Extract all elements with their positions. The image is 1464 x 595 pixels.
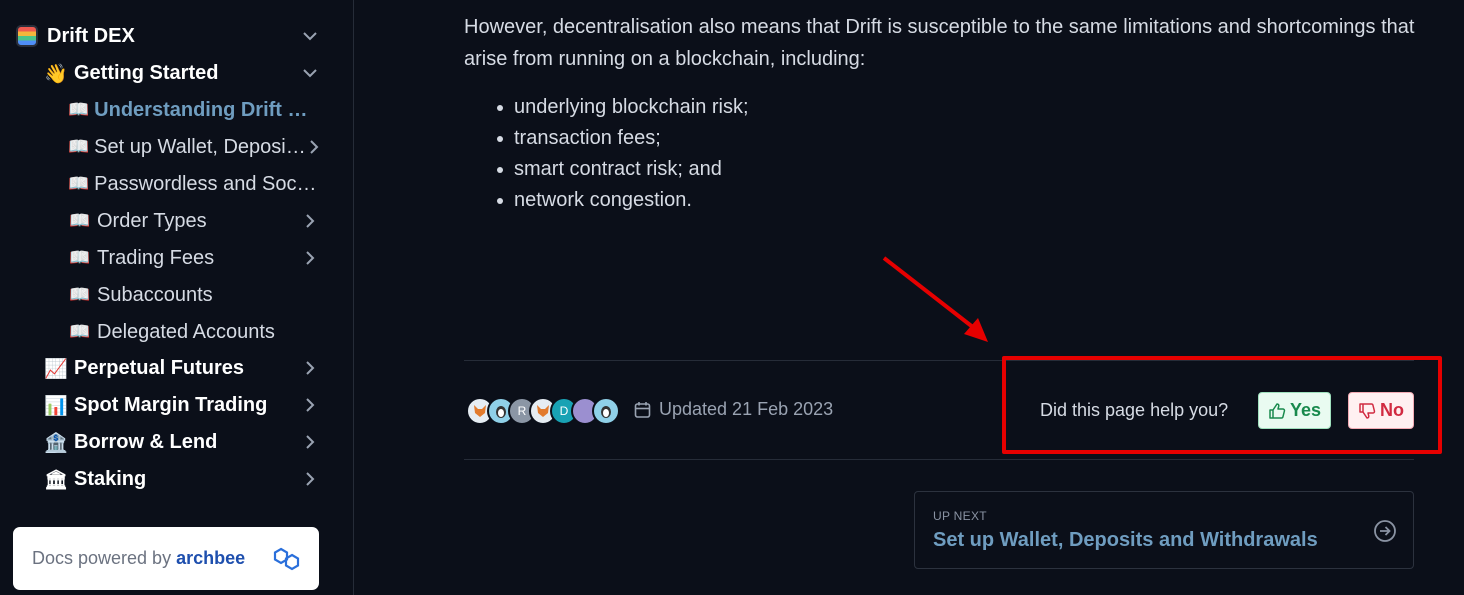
sidebar-item-drift-dex[interactable]: Drift DEX	[16, 19, 320, 53]
sidebar-item-label: Getting Started	[74, 61, 219, 84]
last-updated: Updated 21 Feb 2023	[634, 399, 833, 420]
sidebar: Drift DEX 👋 Getting Started 📖 Understand…	[0, 0, 354, 595]
chevron-down-icon[interactable]	[300, 63, 320, 83]
powered-by-text: Docs powered by	[32, 548, 172, 568]
annotation-arrow	[882, 256, 988, 342]
sidebar-item-label: Drift DEX	[47, 24, 135, 47]
classical-building-icon: 🏛	[43, 468, 69, 491]
sidebar-item-label: Perpetual Futures	[74, 356, 245, 379]
chevron-right-icon[interactable]	[300, 469, 320, 489]
powered-by-archbee-badge[interactable]: Docs powered by archbee	[13, 527, 319, 590]
waving-hand-icon: 👋	[44, 62, 68, 85]
up-next-title: Set up Wallet, Deposits and Withdrawals	[933, 529, 1318, 551]
sidebar-item-label: Delegated Accounts	[97, 320, 275, 343]
sidebar-item-label: Passwordless and Social Login	[94, 172, 320, 195]
calendar-icon	[634, 401, 651, 418]
sidebar-item-perpetual-futures[interactable]: 📈 Perpetual Futures	[43, 351, 320, 385]
sidebar-item-borrow-lend[interactable]: 🏦 Borrow & Lend	[43, 425, 320, 459]
arrow-right-circle-icon	[1374, 520, 1396, 542]
chevron-right-icon[interactable]	[300, 358, 320, 378]
list-item: transaction fees;	[494, 123, 749, 154]
divider	[464, 459, 1414, 460]
list-item: network congestion.	[494, 185, 749, 216]
sidebar-item-label: Borrow & Lend	[74, 430, 218, 453]
chevron-right-icon[interactable]	[300, 211, 320, 231]
risk-list: underlying blockchain risk; transaction …	[494, 92, 749, 216]
up-next-caption: UP NEXT	[933, 509, 987, 523]
avatar-penguin[interactable]	[592, 397, 620, 425]
book-icon: 📖	[69, 285, 91, 305]
book-icon: 📖	[68, 174, 90, 194]
sidebar-item-passwordless[interactable]: 📖 Passwordless and Social Login	[68, 167, 320, 201]
book-icon: 📖	[69, 248, 91, 268]
sidebar-item-delegated-accounts[interactable]: 📖 Delegated Accounts	[68, 315, 320, 349]
chevron-right-icon[interactable]	[300, 395, 320, 415]
list-item: smart contract risk; and	[494, 154, 749, 185]
sidebar-item-label: Trading Fees	[97, 246, 215, 269]
sidebar-item-order-types[interactable]: 📖 Order Types	[68, 204, 320, 238]
sidebar-item-label: Subaccounts	[97, 283, 213, 306]
sidebar-item-label: Set up Wallet, Deposits and Withdrawals	[94, 135, 308, 158]
updated-text: Updated 21 Feb 2023	[659, 399, 834, 419]
sidebar-item-label: Staking	[74, 467, 147, 490]
content-paragraph: However, decentralisation also means tha…	[464, 16, 1415, 70]
list-item: underlying blockchain risk;	[494, 92, 749, 123]
chevron-right-icon[interactable]	[308, 137, 320, 157]
sidebar-item-getting-started[interactable]: 👋 Getting Started	[43, 56, 320, 90]
book-icon: 📖	[69, 322, 91, 342]
avatar-letter: D	[559, 404, 569, 418]
sidebar-item-label: Order Types	[97, 209, 207, 232]
contributors-avatars: R D	[466, 397, 620, 425]
annotation-highlight-box	[1002, 356, 1442, 454]
book-icon: 📖	[68, 100, 90, 120]
main-content: However, decentralisation also means tha…	[354, 0, 1464, 595]
drift-dex-icon	[16, 25, 38, 47]
archbee-brand: archbee	[176, 548, 246, 568]
bar-chart-icon: 📊	[44, 394, 68, 417]
bank-icon: 🏦	[44, 431, 68, 454]
chevron-down-icon[interactable]	[300, 26, 320, 46]
sidebar-item-label: Spot Margin Trading	[74, 393, 268, 416]
chevron-right-icon[interactable]	[300, 248, 320, 268]
book-icon: 📖	[68, 137, 90, 157]
avatar-letter: R	[517, 404, 527, 418]
sidebar-item-trading-fees[interactable]: 📖 Trading Fees	[68, 241, 320, 275]
sidebar-item-spot-margin-trading[interactable]: 📊 Spot Margin Trading	[43, 388, 320, 422]
chart-increasing-icon: 📈	[44, 357, 68, 380]
sidebar-item-staking[interactable]: 🏛 Staking	[43, 462, 320, 496]
sidebar-item-understanding-drift[interactable]: 📖 Understanding Drift Protocol	[68, 93, 320, 127]
book-icon: 📖	[69, 211, 91, 231]
sidebar-item-subaccounts[interactable]: 📖 Subaccounts	[68, 278, 320, 312]
up-next-card[interactable]: UP NEXT Set up Wallet, Deposits and With…	[914, 491, 1414, 569]
chevron-right-icon[interactable]	[300, 432, 320, 452]
sidebar-item-label: Understanding Drift Protocol	[94, 98, 320, 121]
sidebar-scroll-fade	[0, 500, 353, 530]
archbee-logo-icon	[273, 546, 301, 577]
sidebar-item-set-up-wallet[interactable]: 📖 Set up Wallet, Deposits and Withdrawal…	[68, 130, 320, 164]
